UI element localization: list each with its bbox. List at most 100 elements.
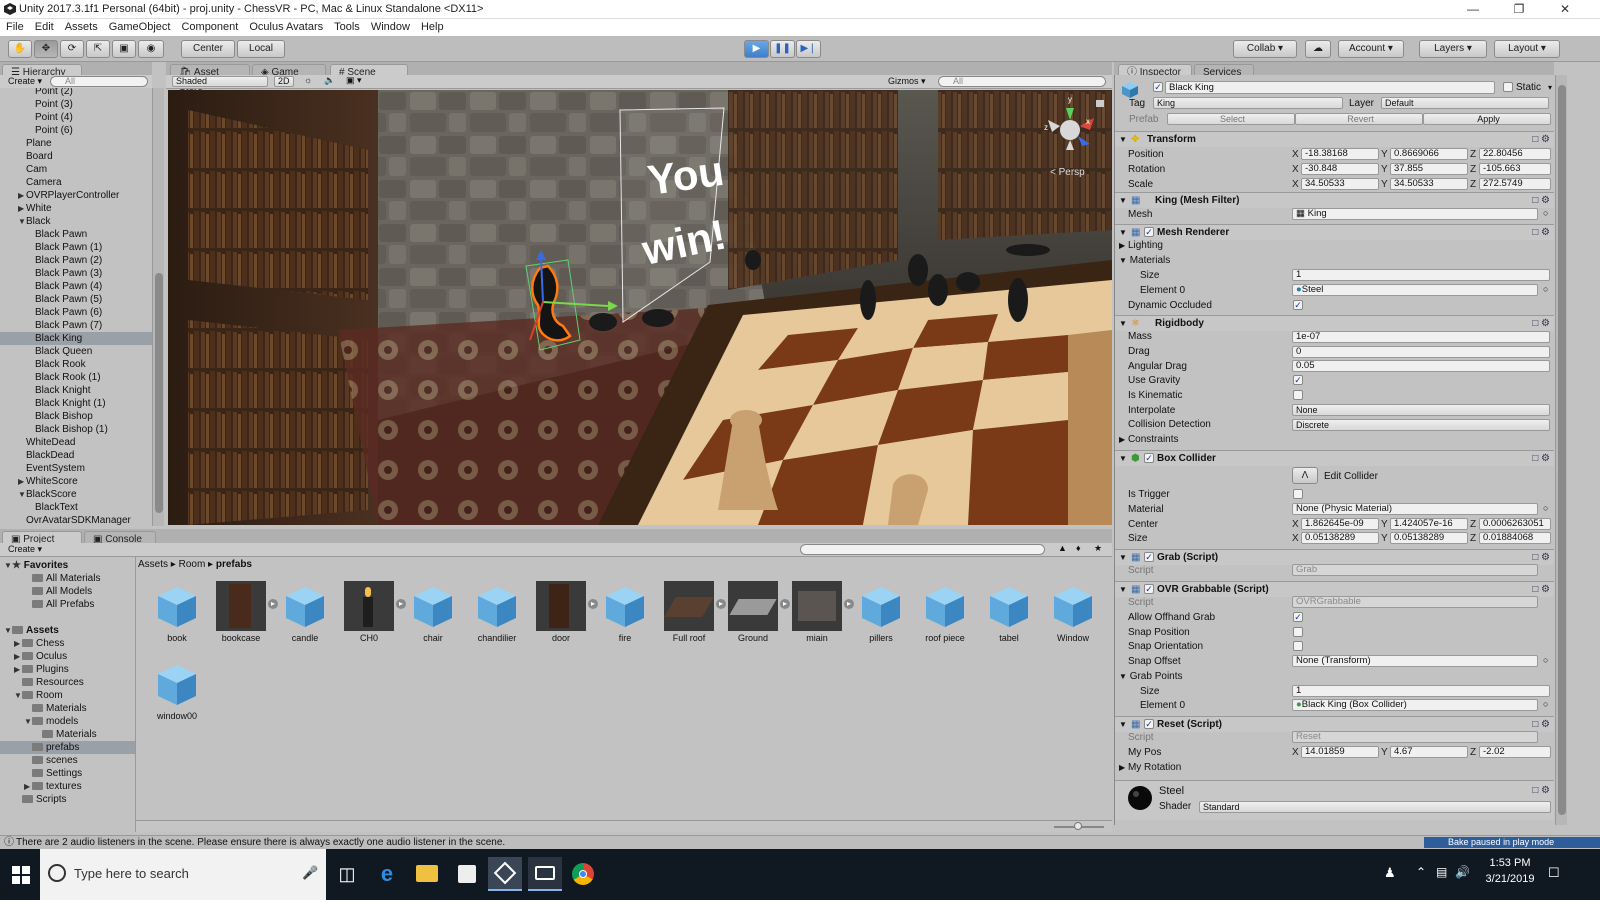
- minimize-button[interactable]: —: [1450, 0, 1496, 19]
- shader-dropdown[interactable]: Standard: [1199, 801, 1551, 813]
- rigidbody-component-header[interactable]: ▼ ⚛ Rigidbody □ ⚙: [1115, 315, 1554, 331]
- hierarchy-item[interactable]: Black Pawn (5): [0, 293, 152, 306]
- project-folder-item[interactable]: ▶ Plugins: [0, 663, 135, 676]
- hierarchy-item[interactable]: Point (3): [0, 98, 152, 111]
- menu-item-help[interactable]: Help: [415, 19, 449, 36]
- transform-tool-button[interactable]: ◉: [138, 40, 164, 58]
- component-settings-icon[interactable]: □ ⚙: [1532, 195, 1550, 206]
- collab-button[interactable]: Collab ▾: [1233, 40, 1297, 58]
- hierarchy-item[interactable]: Camera: [0, 176, 152, 189]
- rotation-x-field[interactable]: -30.848: [1301, 163, 1379, 175]
- project-folder-item[interactable]: ▼ Room: [0, 689, 135, 702]
- tag-dropdown[interactable]: King: [1153, 97, 1343, 109]
- perspective-label[interactable]: < Persp: [1050, 167, 1085, 178]
- angular-drag-field[interactable]: 0.05: [1292, 360, 1550, 372]
- hierarchy-item[interactable]: Black Pawn (6): [0, 306, 152, 319]
- center-y-field[interactable]: 1.424057e-16: [1390, 518, 1468, 530]
- asset-item[interactable]: roof piece: [914, 581, 970, 647]
- filter-by-label-icon[interactable]: ♦: [1076, 543, 1081, 553]
- asset-item[interactable]: pillers: [850, 581, 906, 647]
- unity-taskbar-icon[interactable]: [488, 857, 522, 891]
- menu-item-tools[interactable]: Tools: [328, 19, 365, 36]
- my-rotation-foldout[interactable]: ▶ My Rotation: [1119, 761, 1181, 774]
- grab-points-foldout[interactable]: ▼ Grab Points: [1119, 670, 1183, 683]
- hierarchy-item[interactable]: Black Knight (1): [0, 397, 152, 410]
- foldout-arrow-icon[interactable]: ▼: [4, 624, 12, 637]
- grab-script-header[interactable]: ▼ ▦ ✓ Grab (Script) □ ⚙: [1115, 549, 1554, 565]
- scale-y-field[interactable]: 34.50533: [1390, 178, 1468, 190]
- asset-item[interactable]: candle: [274, 581, 330, 647]
- pause-button[interactable]: ❚❚: [770, 40, 795, 58]
- project-splitter[interactable]: [135, 557, 136, 832]
- collider-material-picker-icon[interactable]: ○: [1543, 502, 1548, 515]
- asset-item[interactable]: ▸ door: [530, 581, 598, 647]
- lighting-foldout[interactable]: ▶ Lighting: [1119, 239, 1163, 252]
- hierarchy-item[interactable]: Plane: [0, 137, 152, 150]
- grab-foldout-icon[interactable]: ▼: [1119, 551, 1127, 564]
- snap-offset-picker-icon[interactable]: ○: [1543, 654, 1548, 667]
- menu-item-assets[interactable]: Assets: [59, 19, 103, 36]
- hierarchy-item[interactable]: Point (2): [0, 88, 152, 98]
- hand-tool-button[interactable]: ✋: [8, 40, 32, 58]
- component-settings-icon[interactable]: □ ⚙: [1532, 453, 1550, 464]
- edit-collider-button[interactable]: Λ: [1292, 467, 1318, 484]
- project-folder-item[interactable]: All Materials: [0, 572, 135, 585]
- inspector-scrollbar[interactable]: [1555, 75, 1567, 825]
- grab-points-size-field[interactable]: 1: [1292, 685, 1550, 697]
- size-y-field[interactable]: 0.05138289: [1390, 532, 1468, 544]
- grab-points-element0-field[interactable]: ●Black King (Box Collider): [1292, 699, 1538, 711]
- people-icon[interactable]: ♟: [1384, 865, 1396, 881]
- 2d-toggle[interactable]: 2D: [274, 76, 294, 87]
- reset-foldout-icon[interactable]: ▼: [1119, 718, 1127, 731]
- is-trigger-checkbox[interactable]: [1293, 489, 1303, 499]
- transform-component-header[interactable]: ▼ ✥ Transform □ ⚙: [1115, 131, 1554, 147]
- edge-browser-icon[interactable]: e: [370, 857, 404, 891]
- menu-item-window[interactable]: Window: [365, 19, 415, 36]
- gizmos-dropdown[interactable]: Gizmos ▾: [888, 76, 926, 87]
- layout-dropdown[interactable]: Layout ▾: [1494, 40, 1560, 58]
- pivot-center-button[interactable]: Center: [181, 40, 235, 58]
- mesh-picker-icon[interactable]: ○: [1543, 207, 1548, 220]
- my-pos-y-field[interactable]: 4.67: [1390, 746, 1468, 758]
- project-folder-item[interactable]: Materials: [0, 728, 135, 741]
- collision-detection-dropdown[interactable]: Discrete: [1292, 419, 1550, 431]
- menu-item-oculus-avatars[interactable]: Oculus Avatars: [243, 19, 328, 36]
- move-tool-button[interactable]: ✥: [34, 40, 58, 58]
- file-explorer-icon[interactable]: [410, 857, 444, 891]
- maximize-button[interactable]: ❐: [1496, 0, 1542, 19]
- hierarchy-scroll-thumb[interactable]: [155, 273, 163, 513]
- hierarchy-item[interactable]: Black Rook (1): [0, 371, 152, 384]
- grab-enabled-checkbox[interactable]: ✓: [1144, 552, 1154, 562]
- notifications-icon[interactable]: ☐: [1548, 865, 1560, 881]
- project-folder-item[interactable]: prefabs: [0, 741, 135, 754]
- project-folder-item[interactable]: All Prefabs: [0, 598, 135, 611]
- box-collider-component-header[interactable]: ▼ ⬢ ✓ Box Collider □ ⚙: [1115, 450, 1554, 466]
- mesh-filter-foldout-icon[interactable]: ▼: [1119, 194, 1127, 207]
- thumbnail-size-slider-thumb[interactable]: [1074, 822, 1082, 830]
- component-settings-icon[interactable]: □ ⚙: [1532, 318, 1550, 329]
- hierarchy-item[interactable]: Black Pawn: [0, 228, 152, 241]
- materials-size-field[interactable]: 1: [1292, 269, 1550, 281]
- hierarchy-item[interactable]: Black Pawn (7): [0, 319, 152, 332]
- center-x-field[interactable]: 1.862645e-09: [1301, 518, 1379, 530]
- my-pos-z-field[interactable]: -2.02: [1479, 746, 1551, 758]
- volume-icon[interactable]: 🔊: [1455, 865, 1470, 879]
- foldout-arrow-icon[interactable]: ▼: [18, 215, 26, 228]
- snap-position-checkbox[interactable]: [1293, 627, 1303, 637]
- project-folder-item[interactable]: ▼ Assets: [0, 624, 135, 637]
- component-settings-icon[interactable]: □ ⚙: [1532, 134, 1550, 145]
- use-gravity-checkbox[interactable]: ✓: [1293, 375, 1303, 385]
- hierarchy-item[interactable]: OvrAvatarSDKManager: [0, 514, 152, 526]
- mesh-renderer-component-header[interactable]: ▼ ▦ ✓ Mesh Renderer □ ⚙: [1115, 224, 1554, 240]
- project-folder-item[interactable]: Settings: [0, 767, 135, 780]
- account-dropdown[interactable]: Account ▾: [1338, 40, 1404, 58]
- transform-foldout-icon[interactable]: ▼: [1119, 133, 1127, 146]
- position-y-field[interactable]: 0.8669066: [1390, 148, 1468, 160]
- hierarchy-create-button[interactable]: Create ▾: [8, 76, 42, 87]
- mesh-renderer-foldout-icon[interactable]: ▼: [1119, 226, 1127, 239]
- foldout-arrow-icon[interactable]: ▶: [14, 637, 22, 650]
- play-button[interactable]: ▶: [744, 40, 769, 58]
- asset-item[interactable]: ▸ CH0: [338, 581, 406, 647]
- materials-foldout[interactable]: ▼ Materials: [1119, 254, 1170, 267]
- filter-by-type-icon[interactable]: ▲: [1058, 543, 1067, 553]
